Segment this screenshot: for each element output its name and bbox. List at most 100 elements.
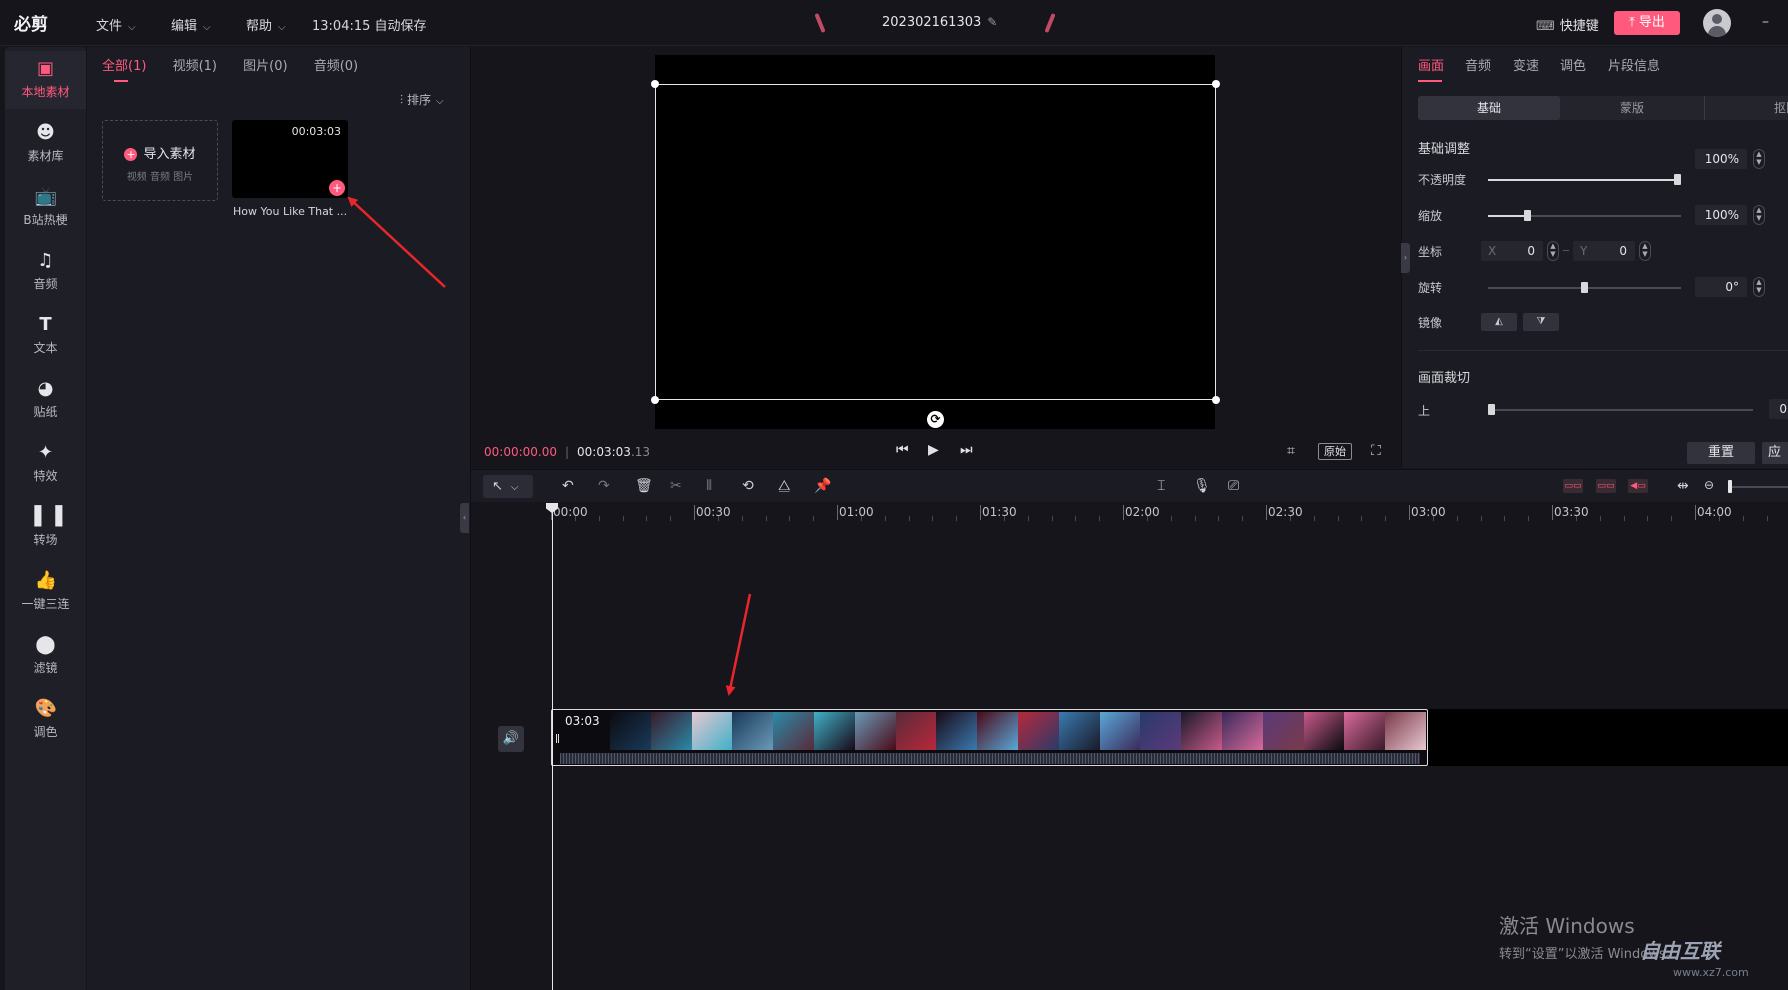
sidebar-item-effects[interactable]: ✦ 特效 — [5, 435, 86, 493]
opacity-stepper[interactable]: ▲ ▼ — [1753, 149, 1765, 169]
text-recognition-icon[interactable]: ⌶ — [1157, 478, 1165, 494]
flip-vertical-icon[interactable]: ⧩ — [1523, 313, 1559, 331]
subtab-basic[interactable]: 基础 — [1418, 96, 1560, 120]
project-title[interactable]: 202302161303 ✎ — [882, 15, 997, 30]
add-to-timeline-icon[interactable]: + — [329, 180, 345, 196]
zoom-slider-knob[interactable] — [1728, 480, 1732, 493]
sidebar-item-text[interactable]: T 文本 — [5, 307, 86, 365]
scale-input[interactable]: 100% — [1695, 205, 1747, 225]
collapse-panel-icon[interactable]: › — [1401, 243, 1410, 273]
redo-icon[interactable]: ↷ — [598, 478, 610, 494]
resize-handle-bl[interactable] — [651, 396, 659, 404]
tab-image[interactable]: 图片(0) — [243, 55, 287, 74]
play-icon[interactable]: ▶ — [928, 442, 939, 458]
user-avatar[interactable] — [1703, 9, 1731, 37]
tab-speed[interactable]: 变速 — [1513, 55, 1539, 74]
crop-top-input[interactable]: 0 — [1769, 399, 1788, 419]
apply-button[interactable]: 应 — [1762, 442, 1788, 464]
resize-handle-tr[interactable] — [1212, 80, 1220, 88]
sidebar-item-filter[interactable]: ⬤ 滤镜 — [5, 627, 86, 685]
skip-forward-icon[interactable]: ⏭ — [960, 442, 973, 458]
position-x-input[interactable]: X0 — [1481, 241, 1543, 261]
sidebar-item-sticker[interactable]: ◕ 贴纸 — [5, 371, 86, 429]
position-y-input[interactable]: Y0 — [1573, 241, 1635, 261]
rotate-handle-icon[interactable]: ⟳ — [927, 411, 944, 428]
mirror-flip-icon[interactable]: ⧋ — [778, 478, 791, 494]
skip-back-icon[interactable]: ⏮ — [896, 442, 909, 458]
subtab-matting[interactable]: 抠图 — [1705, 96, 1788, 120]
crop-icon[interactable]: ⌗ — [1287, 443, 1295, 459]
scale-stepper[interactable]: ▲ ▼ — [1753, 205, 1765, 225]
selection-frame[interactable] — [655, 84, 1216, 400]
split-scissors-icon[interactable]: ✂ — [670, 478, 682, 494]
sidebar-item-label: B站热梗 — [23, 213, 68, 227]
link-main-track-icon[interactable]: ▭▭ — [1563, 479, 1583, 493]
menu-help[interactable]: 帮助 ⌵ — [246, 15, 286, 34]
resize-handle-tl[interactable] — [651, 80, 659, 88]
playhead[interactable] — [552, 512, 553, 990]
sidebar-item-audio[interactable]: ♫ 音频 — [5, 243, 86, 301]
linkage-icon[interactable]: ◀▭ — [1628, 479, 1648, 493]
tab-color[interactable]: 调色 — [1560, 55, 1586, 74]
menu-edit[interactable]: 编辑 ⌵ — [171, 15, 211, 34]
tab-video[interactable]: 视频(1) — [173, 55, 217, 74]
sidebar-item-color[interactable]: 🎨 调色 — [5, 691, 86, 749]
tab-clip-info[interactable]: 片段信息 — [1608, 55, 1660, 74]
position-x-stepper[interactable]: ▲ ▼ — [1547, 241, 1559, 261]
sort-button[interactable]: ⫶ 排序 ⌵ — [400, 91, 444, 108]
zoom-out-icon[interactable]: ⊖ — [1704, 478, 1714, 492]
tab-all[interactable]: 全部(1) — [102, 55, 146, 82]
tab-picture[interactable]: 画面 — [1418, 55, 1444, 82]
sidebar-item-triple[interactable]: 👍 一键三连 — [5, 563, 86, 621]
opacity-slider-knob[interactable] — [1674, 174, 1681, 185]
ruler-major-tick — [1695, 505, 1696, 520]
split-view-icon[interactable]: ⇹ — [1677, 478, 1689, 494]
edit-icon[interactable]: ✎ — [987, 15, 997, 29]
shortcut-button[interactable]: ⌨ 快捷键 — [1536, 15, 1599, 34]
sidebar-item-transition[interactable]: ▌▐ 转场 — [5, 499, 86, 557]
zoom-slider[interactable] — [1729, 486, 1788, 488]
aspect-ratio-button[interactable]: 原始 — [1318, 443, 1352, 460]
pin-icon[interactable]: 📌 — [814, 478, 831, 494]
sidebar-item-material-library[interactable]: ☻ 素材库 — [5, 115, 86, 173]
sidebar-item-label: 调色 — [33, 725, 58, 739]
tab-audio[interactable]: 音频(0) — [314, 55, 358, 74]
minimize-button[interactable]: – — [1762, 14, 1769, 30]
rotation-slider-knob[interactable] — [1581, 282, 1588, 293]
subtab-mask[interactable]: 蒙版 — [1560, 96, 1705, 120]
flip-horizontal-icon[interactable]: ◭ — [1481, 313, 1517, 331]
rotation-stepper[interactable]: ▲ ▼ — [1753, 277, 1765, 297]
crop-top-slider-knob[interactable] — [1488, 404, 1495, 415]
magnet-snap-icon[interactable]: ▭▭ — [1596, 479, 1616, 493]
delete-icon[interactable]: 🗑 — [635, 478, 653, 494]
reset-button[interactable]: 重置 — [1687, 442, 1755, 464]
expand-panel-icon[interactable]: ‹ — [460, 503, 469, 533]
rotation-slider[interactable] — [1488, 282, 1681, 293]
timeline-video-clip[interactable]: 03:03 — [551, 709, 1428, 766]
replace-icon[interactable]: ⟲ — [742, 478, 754, 494]
fullscreen-icon[interactable]: ⛶ — [1371, 443, 1381, 459]
track-mute-icon[interactable]: 🔊 — [498, 726, 524, 752]
media-clip-thumbnail[interactable]: 00:03:03 + — [232, 120, 348, 198]
camera-record-icon[interactable]: ⎚ — [1228, 478, 1239, 494]
sidebar-item-local-media[interactable]: ▣ 本地素材 — [5, 51, 86, 109]
position-y-stepper[interactable]: ▲ ▼ — [1639, 241, 1651, 261]
tab-prop-audio[interactable]: 音频 — [1465, 55, 1491, 74]
time-ruler[interactable]: 00:00 00:30 01:00 01:30 02:00 02:30 03:0… — [551, 502, 1788, 524]
opacity-slider[interactable] — [1488, 174, 1681, 185]
microphone-icon[interactable]: 🎙 — [1193, 478, 1211, 494]
select-tool-button[interactable]: ↖ ⌵ — [483, 475, 533, 498]
crop-top-slider[interactable] — [1488, 404, 1753, 415]
scale-slider-knob[interactable] — [1524, 210, 1531, 221]
undo-icon[interactable]: ↶ — [562, 478, 574, 494]
resize-handle-br[interactable] — [1212, 396, 1220, 404]
rotation-input[interactable]: 0° — [1695, 277, 1747, 297]
menu-file[interactable]: 文件 ⌵ — [96, 15, 136, 34]
opacity-input[interactable]: 100% — [1695, 149, 1747, 169]
clip-trim-handle-left[interactable] — [556, 734, 559, 743]
import-media-button[interactable]: + 导入素材 视频 音频 图片 — [102, 120, 218, 201]
scale-slider[interactable] — [1488, 210, 1681, 221]
freeze-frame-icon[interactable]: ⦀ — [706, 478, 712, 494]
sidebar-item-bilibili[interactable]: 📺 B站热梗 — [5, 179, 86, 237]
export-button[interactable]: ⤒ 导出 — [1614, 11, 1680, 35]
